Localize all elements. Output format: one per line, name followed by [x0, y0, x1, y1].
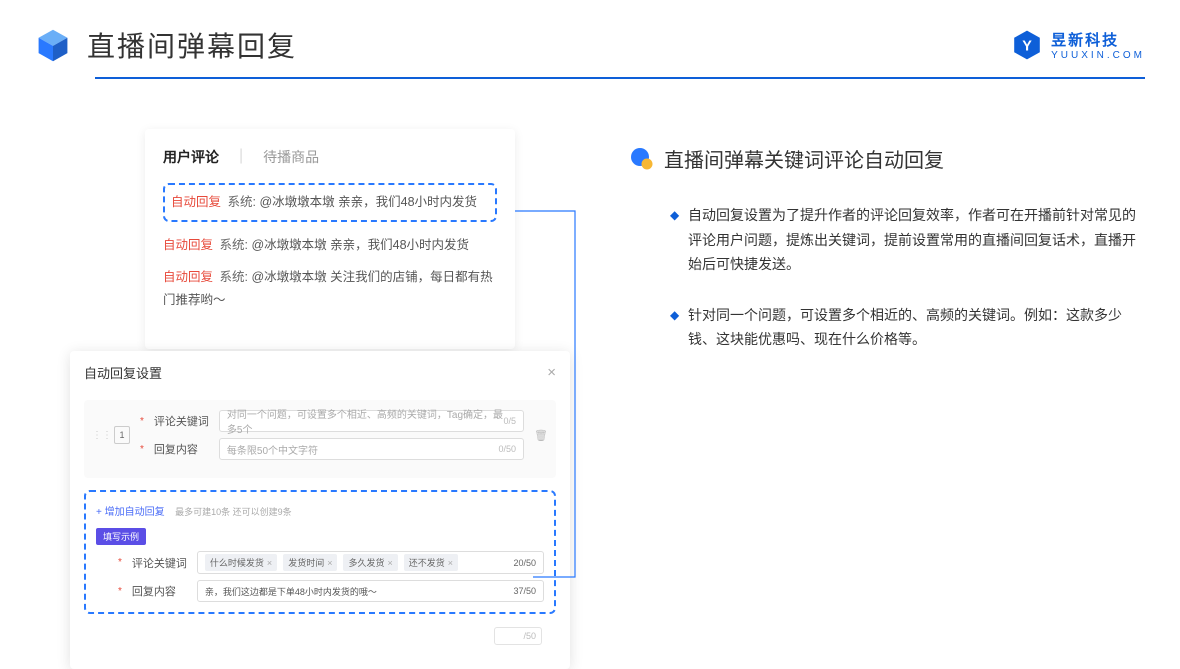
- tag: 多久发货×: [343, 554, 397, 571]
- brand-en: YUUXIN.COM: [1051, 50, 1145, 61]
- trash-icon[interactable]: 🗑: [534, 429, 546, 442]
- example-block: + 增加自动回复 最多可建10条 还可以创建9条 填写示例 * 评论关键词 什么…: [84, 490, 556, 614]
- comment-row: 自动回复 系统: @冰墩墩本墩 亲亲，我们48小时内发货: [163, 234, 497, 257]
- content-input[interactable]: 每条限50个中文字符 0/50: [219, 438, 524, 460]
- example-badge: 填写示例: [96, 528, 146, 545]
- tab-pending-products[interactable]: 待播商品: [263, 147, 319, 167]
- settings-title: 自动回复设置: [84, 363, 162, 382]
- drag-handle-icon[interactable]: ⋮⋮: [92, 430, 104, 441]
- tab-user-comments[interactable]: 用户评论: [163, 147, 219, 167]
- ex-keyword-input[interactable]: 什么时候发货× 发货时间× 多久发货× 还不发货× 20/50: [197, 551, 544, 574]
- comments-panel: 用户评论 | 待播商品 自动回复 系统: @冰墩墩本墩 亲亲，我们48小时内发货…: [145, 129, 515, 349]
- bullet-item: 自动回复设置为了提升作者的评论回复效率，作者可在开播前针对常见的评论用户问题，提…: [670, 203, 1145, 277]
- ex-content-label: 回复内容: [132, 583, 187, 599]
- add-hint: 最多可建10条 还可以创建9条: [175, 507, 292, 517]
- brand-hex-icon: Y: [1011, 29, 1043, 61]
- page-title: 直播间弹幕回复: [87, 25, 297, 65]
- keyword-label: 评论关键词: [154, 413, 209, 429]
- auto-reply-settings-panel: 自动回复设置 × ⋮⋮ 1 * 评论关键词 对同一个问题，可设置多个相近、高频的…: [70, 351, 570, 669]
- keyword-input[interactable]: 对同一个问题，可设置多个相近、高频的关键词，Tag确定，最多5个 0/5: [219, 410, 524, 432]
- ex-content-input[interactable]: 亲，我们这边都是下单48小时内发货的哦～ 37/50: [197, 580, 544, 602]
- comment-row: 自动回复 系统: @冰墩墩本墩 关注我们的店铺，每日都有热门推荐哟～: [163, 266, 497, 311]
- cube-icon: [35, 27, 71, 63]
- sequence-number: 1: [114, 426, 130, 444]
- ex-keyword-label: 评论关键词: [132, 555, 187, 571]
- tag: 什么时候发货×: [205, 554, 277, 571]
- tag: 还不发货×: [404, 554, 458, 571]
- ghost-count: /50: [494, 627, 542, 645]
- sub-title: 直播间弹幕关键词评论自动回复: [664, 144, 944, 173]
- add-auto-reply-link[interactable]: + 增加自动回复: [96, 507, 165, 518]
- bullet-item: 针对同一个问题，可设置多个相近的、高频的关键词。例如：这款多少钱、这块能优惠吗、…: [670, 303, 1145, 352]
- content-label: 回复内容: [154, 441, 209, 457]
- tag: 发货时间×: [283, 554, 337, 571]
- brand-logo-block: Y 昱新科技 YUUXIN.COM: [1011, 29, 1145, 61]
- brand-cn: 昱新科技: [1051, 29, 1145, 50]
- chat-bubble-icon: [630, 147, 654, 171]
- svg-text:Y: Y: [1022, 39, 1032, 55]
- highlight-comment: 自动回复 系统: @冰墩墩本墩 亲亲，我们48小时内发货: [163, 183, 497, 222]
- close-icon[interactable]: ×: [547, 364, 556, 381]
